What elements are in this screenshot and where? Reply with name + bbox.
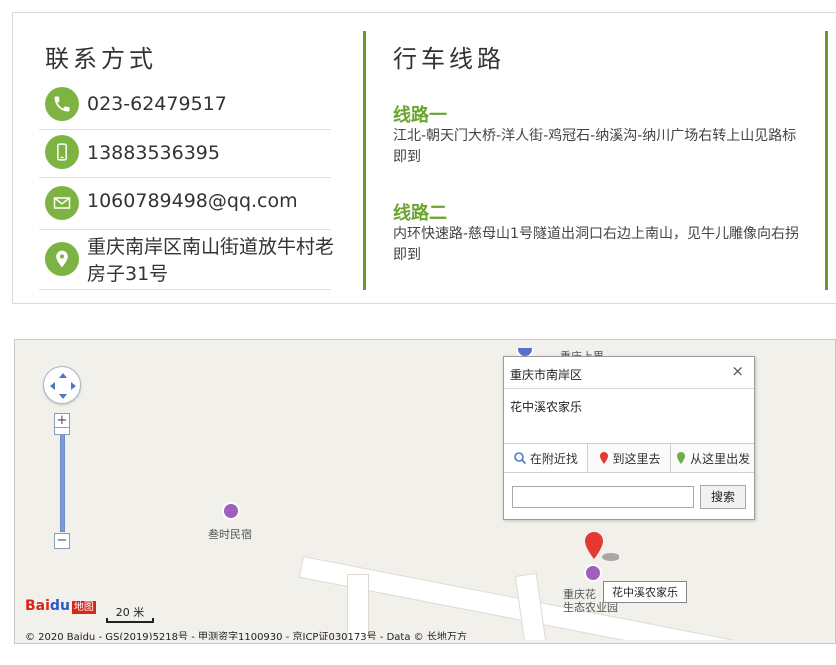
tab-route-to-here[interactable]: 到这里去 xyxy=(586,444,671,472)
mobile-icon xyxy=(45,135,79,169)
email-address: 1060789498@qq.com xyxy=(87,190,298,212)
scale-bar xyxy=(106,618,154,623)
divider-bar-left xyxy=(363,31,366,290)
nearby-search-input[interactable] xyxy=(512,486,694,508)
email-row: 1060789498@qq.com xyxy=(39,178,331,230)
info-window: 重庆市南岸区 × 花中溪农家乐 在附近找 到这里去 从这里出发 搜索 xyxy=(503,356,755,520)
marker-label: 花中溪农家乐 xyxy=(603,581,687,603)
zoom-slider-track[interactable] xyxy=(60,430,65,532)
info-window-divider xyxy=(504,388,754,389)
info-window-place-name: 花中溪农家乐 xyxy=(510,400,583,414)
poi-homestay-label: 叁时民宿 xyxy=(208,528,252,541)
tab-search-nearby[interactable]: 在附近找 xyxy=(504,444,587,472)
map-copyright: © 2020 Baidu - GS(2019)5218号 - 甲测资字11009… xyxy=(25,632,467,640)
route-1-desc: 江北-朝天门大桥-洋人街-鸡冠石-纳溪沟-纳川广场右转上山见路标即到 xyxy=(393,128,797,165)
route-2-title: 线路二 xyxy=(393,203,447,224)
nearby-search-button[interactable]: 搜索 xyxy=(700,485,746,509)
address-row: 重庆南岸区南山街道放牛村老房子31号 xyxy=(39,230,334,290)
map-container[interactable]: + − 重庆上界 叁时民宿 重庆市南岸区 × 花中溪农家乐 在附近找 到这里去 xyxy=(14,339,836,644)
poi-destination-dot[interactable] xyxy=(584,564,602,582)
info-window-title: 重庆市南岸区 xyxy=(510,368,583,382)
mobile-number: 13883536395 xyxy=(87,142,220,164)
pan-arrows-icon xyxy=(50,373,76,399)
contact-section: 联系方式 023-62479517 13883536395 1060789498… xyxy=(39,13,334,303)
map-canvas[interactable]: + − 重庆上界 叁时民宿 重庆市南岸区 × 花中溪农家乐 在附近找 到这里去 xyxy=(23,348,835,640)
phone-icon xyxy=(45,87,79,121)
phone-number: 023-62479517 xyxy=(87,93,227,115)
contact-route-card: 联系方式 023-62479517 13883536395 1060789498… xyxy=(12,12,836,304)
baidu-paw-icon: du xyxy=(49,598,70,614)
mobile-row: 13883536395 xyxy=(39,130,331,178)
phone-row: 023-62479517 xyxy=(39,83,331,130)
baidu-map-logo[interactable]: Baidu 地图 xyxy=(25,598,96,614)
green-pin-icon xyxy=(677,452,686,464)
route-section: 行车线路 线路一 江北-朝天门大桥-洋人街-鸡冠石-纳溪沟-纳川广场右转上山见路… xyxy=(393,13,803,303)
contact-title: 联系方式 xyxy=(45,45,157,73)
route-title: 行车线路 xyxy=(393,45,505,73)
pan-control[interactable] xyxy=(43,366,81,404)
route-1-title: 线路一 xyxy=(393,105,447,126)
mail-icon xyxy=(45,186,79,220)
close-icon[interactable]: × xyxy=(731,362,744,380)
search-icon xyxy=(514,452,526,465)
info-window-tabs: 在附近找 到这里去 从这里出发 xyxy=(504,443,754,473)
poi-homestay-dot[interactable] xyxy=(222,502,240,520)
tab-search-nearby-label: 在附近找 xyxy=(529,451,578,466)
route-2-desc: 内环快速路-慈母山1号隧道出洞口右边上南山，见牛儿雕像向右拐即到 xyxy=(393,226,799,263)
zoom-slider-handle[interactable] xyxy=(54,427,70,435)
divider-bar-right xyxy=(825,31,828,290)
tab-route-to-here-label: 到这里去 xyxy=(612,451,661,466)
address-text: 重庆南岸区南山街道放牛村老房子31号 xyxy=(87,236,335,285)
tab-route-from-here[interactable]: 从这里出发 xyxy=(670,444,754,472)
zoom-out-button[interactable]: − xyxy=(54,533,70,549)
tab-route-from-here-label: 从这里出发 xyxy=(690,451,751,466)
red-pin-icon xyxy=(599,452,608,464)
location-pin-icon xyxy=(45,242,79,276)
